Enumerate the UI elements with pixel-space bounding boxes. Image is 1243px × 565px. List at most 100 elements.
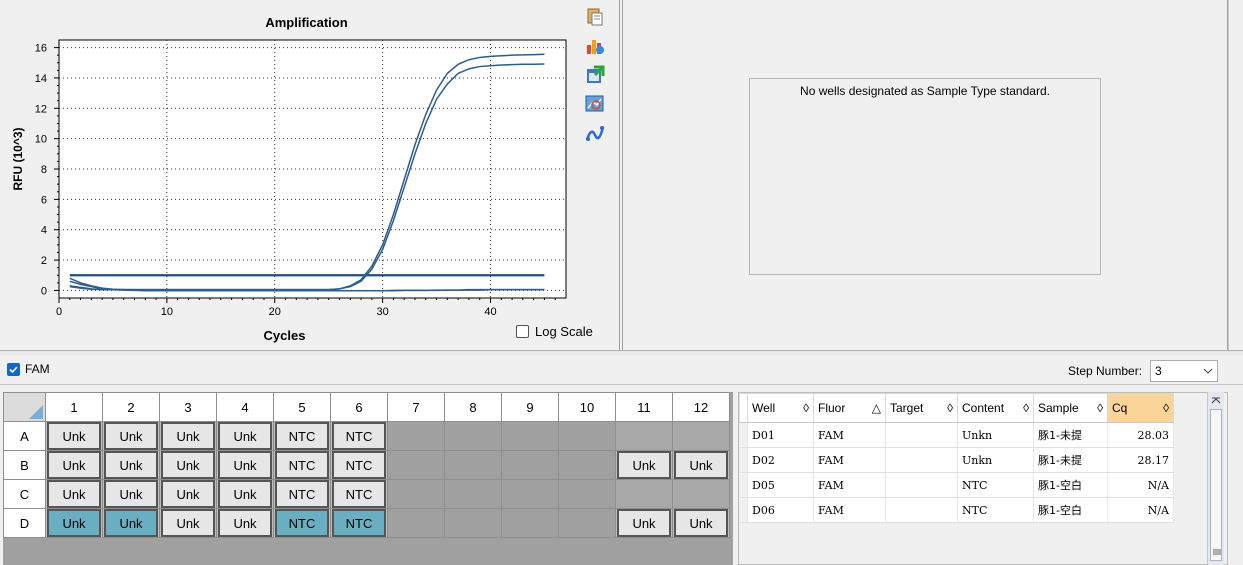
trace-style-icon[interactable] xyxy=(584,122,606,144)
plate-well[interactable]: Unk xyxy=(672,450,730,480)
plate-row-header[interactable]: C xyxy=(3,479,46,509)
plate-well[interactable] xyxy=(387,479,445,509)
plate-well[interactable]: NTC xyxy=(330,479,388,509)
sort-icon[interactable]: △ xyxy=(872,401,881,415)
sort-icon[interactable]: ◊ xyxy=(1163,401,1169,415)
plate-well[interactable] xyxy=(387,421,445,451)
plate-well[interactable] xyxy=(501,450,559,480)
plate-well[interactable] xyxy=(615,421,673,451)
copy-icon[interactable] xyxy=(584,6,606,28)
export-icon[interactable] xyxy=(584,64,606,86)
plate-row-header[interactable]: A xyxy=(3,421,46,451)
table-row[interactable]: D01 FAM Unkn 豚1-未提 28.03 xyxy=(739,422,1174,448)
plate-well[interactable]: Unk xyxy=(102,421,160,451)
plate-column-header[interactable]: 5 xyxy=(273,392,331,422)
table-row[interactable]: D06 FAM NTC 豚1-空白 N/A xyxy=(739,497,1174,523)
plate-well[interactable] xyxy=(444,508,502,538)
table-row[interactable]: D02 FAM Unkn 豚1-未提 28.17 xyxy=(739,447,1174,473)
plate-well[interactable]: Unk xyxy=(45,450,103,480)
column-header-content[interactable]: Content ◊ xyxy=(957,393,1034,423)
plate-well[interactable]: Unk xyxy=(159,421,217,451)
sort-icon[interactable]: ◊ xyxy=(947,401,953,415)
chart-settings-icon[interactable] xyxy=(584,35,606,57)
plate-well[interactable] xyxy=(672,479,730,509)
plate-column-header[interactable]: 6 xyxy=(330,392,388,422)
plate-well[interactable]: NTC xyxy=(273,450,331,480)
column-header-fluor[interactable]: Fluor △ xyxy=(813,393,886,423)
plate-well[interactable] xyxy=(444,479,502,509)
plate-well[interactable] xyxy=(444,450,502,480)
plate-column-header[interactable]: 9 xyxy=(501,392,559,422)
scroll-up-button[interactable] xyxy=(1208,392,1223,407)
fluor-toggle-fam[interactable]: FAM xyxy=(7,362,50,376)
plate-well[interactable] xyxy=(501,421,559,451)
plate-well[interactable]: NTC xyxy=(330,450,388,480)
plate-column-header[interactable]: 4 xyxy=(216,392,274,422)
row-selector[interactable] xyxy=(739,497,748,523)
plate-well[interactable] xyxy=(558,479,616,509)
plate-column-header[interactable]: 7 xyxy=(387,392,445,422)
sort-icon[interactable]: ◊ xyxy=(803,401,809,415)
plate-well[interactable]: Unk xyxy=(159,479,217,509)
plate-row-header[interactable]: D xyxy=(3,508,46,538)
column-header-well[interactable]: Well ◊ xyxy=(747,393,814,423)
step-number-select[interactable]: 3 xyxy=(1150,360,1219,382)
plate-column-header[interactable]: 2 xyxy=(102,392,160,422)
plate-column-header[interactable]: 12 xyxy=(672,392,730,422)
plate-column-header[interactable]: 3 xyxy=(159,392,217,422)
plate-well[interactable] xyxy=(501,479,559,509)
plate-well[interactable]: Unk xyxy=(45,508,103,538)
plate-well[interactable]: Unk xyxy=(102,479,160,509)
sort-icon[interactable]: ◊ xyxy=(1023,401,1029,415)
plate-column-header[interactable]: 10 xyxy=(558,392,616,422)
plate-well[interactable]: Unk xyxy=(102,450,160,480)
plate-select-all[interactable] xyxy=(3,392,46,422)
plate-well[interactable] xyxy=(558,421,616,451)
plate-well[interactable]: Unk xyxy=(615,508,673,538)
plate-well[interactable]: NTC xyxy=(273,421,331,451)
plate-column-header[interactable]: 1 xyxy=(45,392,103,422)
column-header-cq[interactable]: Cq ◊ xyxy=(1107,393,1174,423)
log-scale-checkbox[interactable] xyxy=(516,325,529,338)
fluor-checkbox[interactable] xyxy=(7,362,20,376)
scroll-thumb[interactable] xyxy=(1210,409,1222,561)
plate-well[interactable] xyxy=(444,421,502,451)
plate-well[interactable]: Unk xyxy=(159,450,217,480)
plate-well[interactable] xyxy=(387,508,445,538)
zoom-icon[interactable] xyxy=(584,93,606,115)
plate-well[interactable]: Unk xyxy=(216,508,274,538)
plate-well[interactable] xyxy=(558,508,616,538)
plate-well[interactable]: Unk xyxy=(216,421,274,451)
plate-well[interactable]: Unk xyxy=(216,479,274,509)
row-selector[interactable] xyxy=(739,447,748,473)
well-table-scrollbar[interactable] xyxy=(1207,392,1224,565)
plate-well[interactable]: NTC xyxy=(330,508,388,538)
plate-well[interactable]: Unk xyxy=(216,450,274,480)
plate-well[interactable]: NTC xyxy=(273,479,331,509)
plate-column-header[interactable]: 8 xyxy=(444,392,502,422)
plate-well[interactable]: Unk xyxy=(159,508,217,538)
plate-column-header[interactable]: 11 xyxy=(615,392,673,422)
plate-well[interactable] xyxy=(615,479,673,509)
amplification-chart[interactable]: 0 10 20 30 40 0 2 4 6 8 10 12 14 16 Amplification Cycle… xyxy=(0,0,580,350)
row-selector[interactable] xyxy=(739,422,748,448)
plate-well[interactable] xyxy=(387,450,445,480)
plate-well[interactable]: NTC xyxy=(330,421,388,451)
log-scale-toggle[interactable]: Log Scale xyxy=(516,324,593,339)
column-header-target[interactable]: Target ◊ xyxy=(885,393,958,423)
plate-row-header[interactable]: B xyxy=(3,450,46,480)
plate-well[interactable]: NTC xyxy=(273,508,331,538)
plate-well[interactable]: Unk xyxy=(102,508,160,538)
plate-well[interactable] xyxy=(501,508,559,538)
row-selector[interactable] xyxy=(739,472,748,498)
plate-well[interactable]: Unk xyxy=(45,421,103,451)
plate-well[interactable] xyxy=(558,450,616,480)
plate-well[interactable] xyxy=(672,421,730,451)
plate-well[interactable]: Unk xyxy=(615,450,673,480)
column-header-sample[interactable]: Sample ◊ xyxy=(1033,393,1108,423)
plate-well[interactable]: Unk xyxy=(45,479,103,509)
table-row[interactable]: D05 FAM NTC 豚1-空白 N/A xyxy=(739,472,1174,498)
plate-well[interactable]: Unk xyxy=(672,508,730,538)
sort-icon[interactable]: ◊ xyxy=(1097,401,1103,415)
column-header-label: Sample xyxy=(1038,401,1079,415)
